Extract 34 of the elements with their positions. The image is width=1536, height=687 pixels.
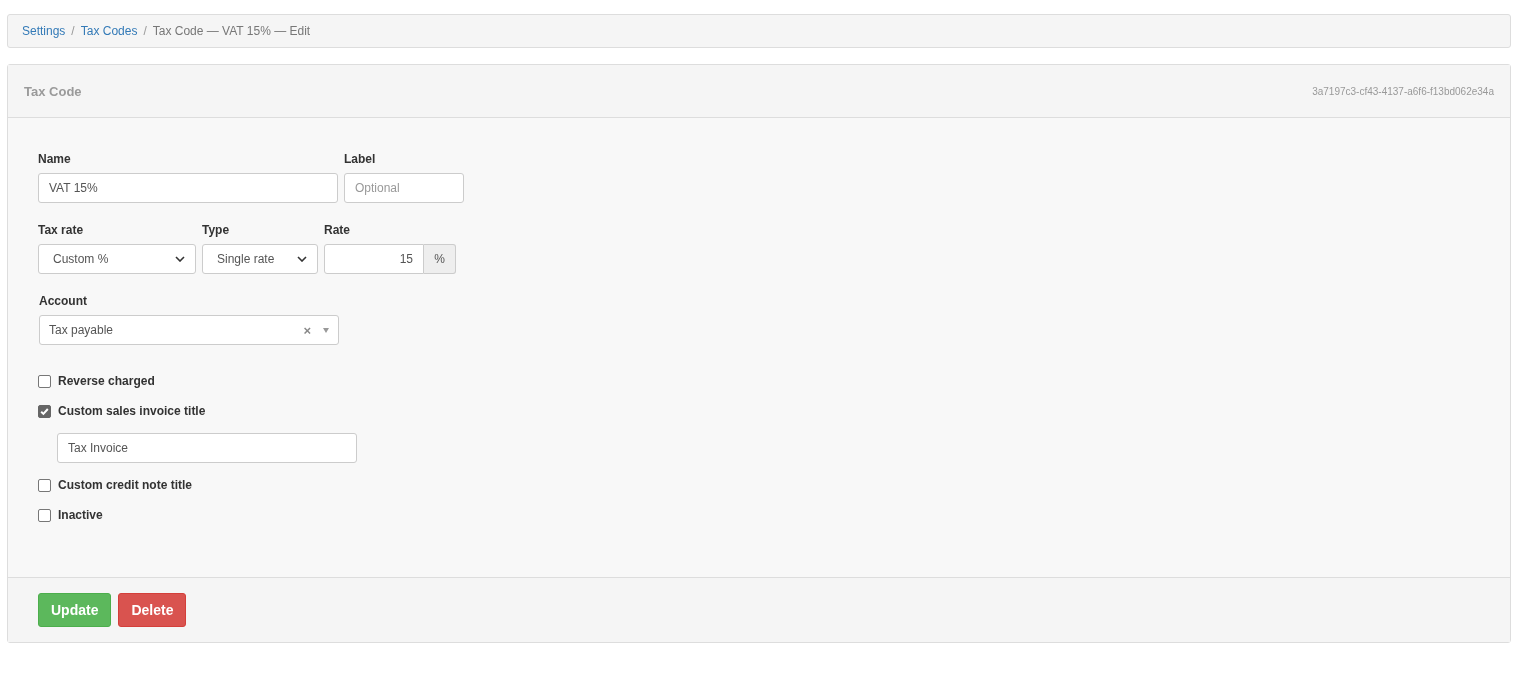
tax-rate-select[interactable]: Custom % bbox=[38, 244, 196, 274]
checkbox[interactable] bbox=[38, 374, 51, 388]
breadcrumb-separator: / bbox=[143, 24, 147, 38]
percent-addon: % bbox=[424, 244, 456, 274]
delete-button[interactable]: Delete bbox=[118, 593, 187, 627]
checkbox[interactable] bbox=[38, 508, 51, 522]
title-input[interactable]: Tax Invoice bbox=[57, 433, 357, 463]
breadcrumb-link[interactable]: Tax Codes bbox=[80, 24, 138, 38]
field-label: Type bbox=[202, 223, 231, 237]
record-id: 3a7197c3-cf43-4137-a6f6-f13bd062e34a bbox=[1312, 85, 1494, 97]
field-label: Label bbox=[344, 152, 377, 166]
panel-title: Tax Code bbox=[24, 83, 82, 99]
chevron-icon bbox=[297, 256, 307, 262]
breadcrumb-separator: / bbox=[71, 24, 75, 38]
field-label: Tax rate bbox=[38, 223, 85, 237]
name-input[interactable]: VAT 15% bbox=[38, 173, 338, 203]
account-select[interactable]: Tax payable × bbox=[39, 315, 339, 345]
breadcrumb-link[interactable]: Settings bbox=[22, 24, 66, 38]
label-input[interactable]: Optional bbox=[344, 173, 464, 203]
checkbox[interactable] bbox=[38, 478, 51, 492]
checkbox[interactable] bbox=[38, 404, 51, 418]
dropdown-arrow-icon bbox=[323, 327, 329, 333]
checkbox-label: Inactive bbox=[58, 508, 103, 522]
rate-input[interactable]: 15 bbox=[324, 244, 424, 274]
field-label: Account bbox=[39, 294, 88, 308]
field-label: Name bbox=[38, 152, 72, 166]
checkbox-label: Reverse charged bbox=[58, 374, 155, 388]
clear-button[interactable]: × bbox=[303, 322, 311, 338]
chevron-icon bbox=[175, 256, 185, 262]
breadcrumb-current: Tax Code — VAT 15% — Edit bbox=[152, 24, 311, 38]
type-select[interactable]: Single rate bbox=[202, 244, 318, 274]
checkbox-label: Custom sales invoice title bbox=[58, 404, 206, 418]
field-label: Rate bbox=[324, 223, 351, 237]
checkbox-label: Custom credit note title bbox=[58, 478, 192, 492]
